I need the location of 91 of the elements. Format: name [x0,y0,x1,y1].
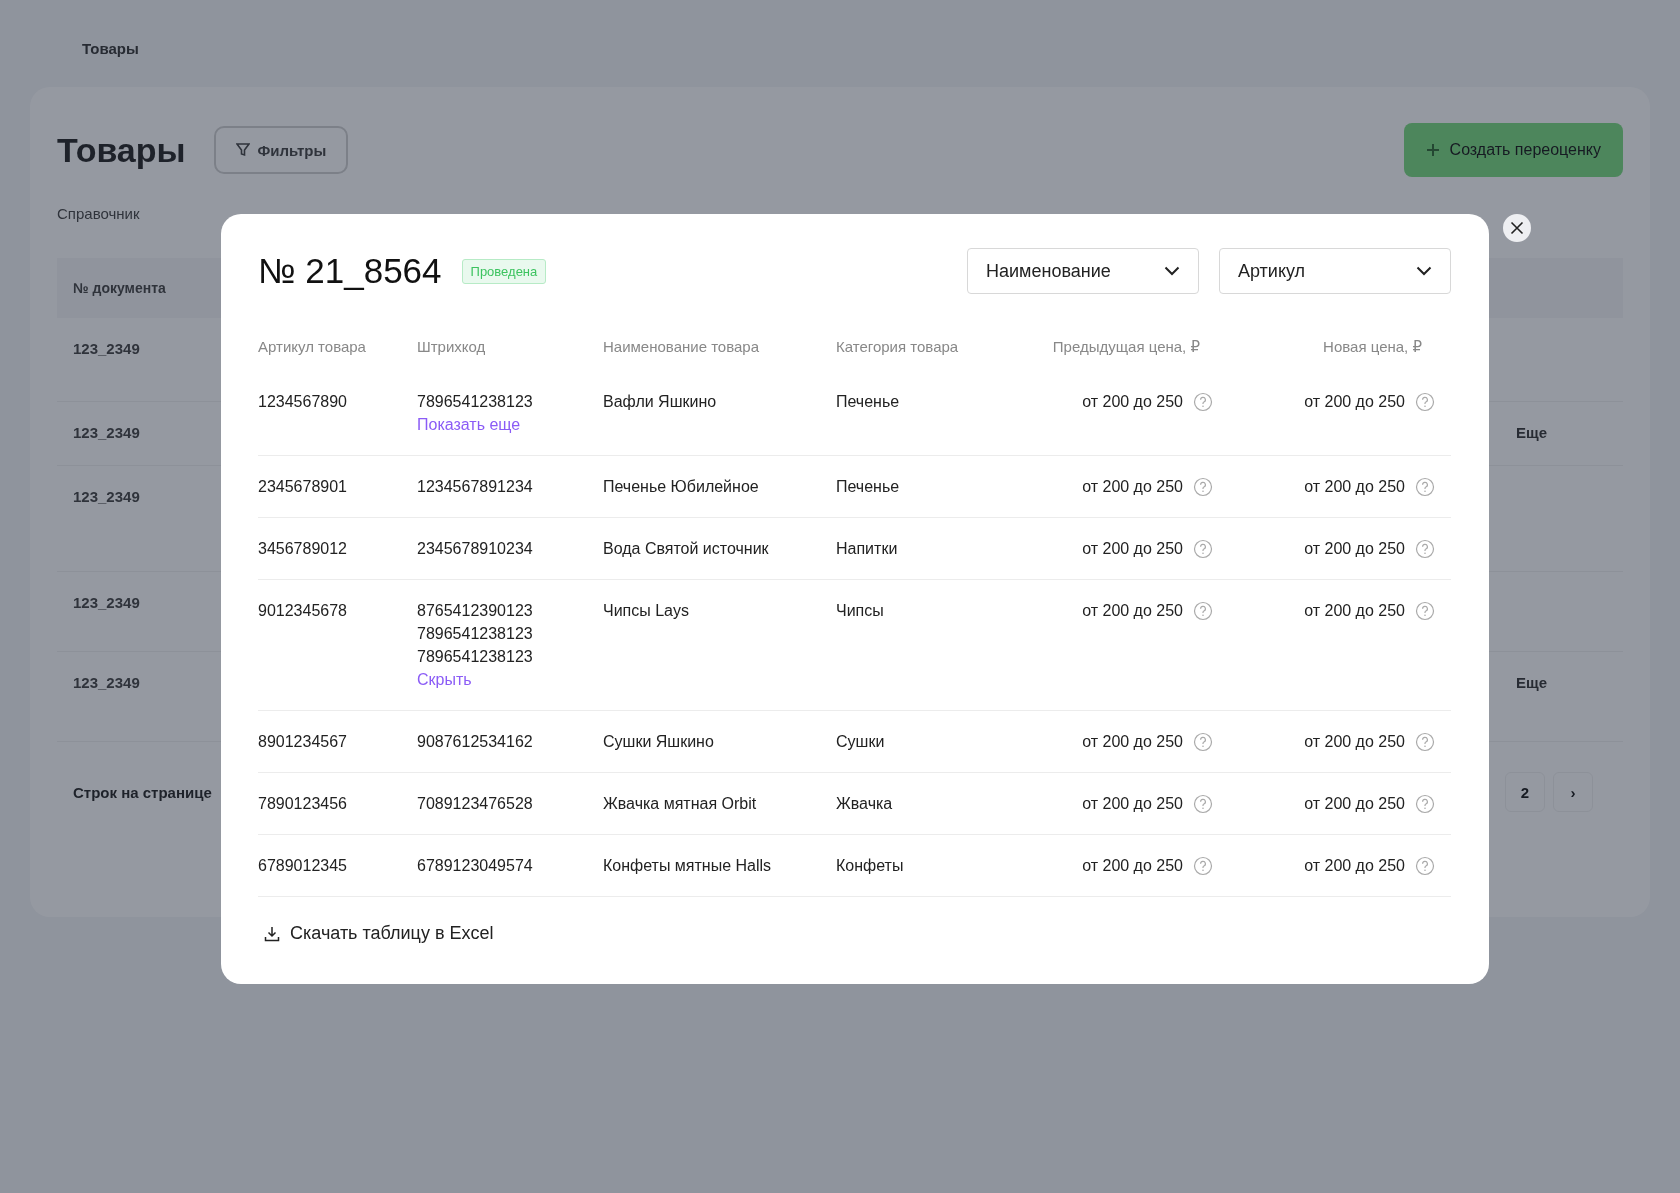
help-icon[interactable] [1415,731,1435,752]
download-icon [264,925,280,942]
table-cell: 123_2349 [73,488,140,505]
barcode-text: 7089123476528 [417,794,533,814]
price-text: от 200 до 250 [1082,856,1183,876]
sort-dropdown[interactable]: Артикул [1219,248,1451,294]
price-text: от 200 до 250 [1082,794,1183,814]
price-text: от 200 до 250 [1304,856,1405,876]
help-icon[interactable] [1415,476,1435,497]
column-header: Категория товара [836,338,960,357]
help-icon[interactable] [1415,793,1435,814]
barcode-text: 7896541238123 [417,624,533,644]
chevron-down-icon [1416,266,1432,276]
table-cell-text: 7890123456 [258,794,347,814]
help-icon[interactable] [1193,538,1213,559]
table-cell-text: 9012345678 [258,601,347,621]
page-title: Товары [57,130,186,170]
more-link[interactable]: Еще [1516,674,1547,691]
toggle-link[interactable]: Показать еще [417,413,521,436]
barcode-text: 6789123049574 [417,856,533,876]
help-icon[interactable] [1415,600,1435,621]
help-icon[interactable] [1193,731,1213,752]
price-text: от 200 до 250 [1304,732,1405,752]
download-button[interactable]: Скачать таблицу в Excel [258,923,494,944]
column-header: Наименование товара [603,338,761,357]
price-text: от 200 до 250 [1304,794,1405,814]
help-icon[interactable] [1193,855,1213,876]
table-cell-text: Чипсы Lays [603,601,689,621]
table-cell-text: Жвачка мятная Orbit [603,794,757,814]
price-text: от 200 до 250 [1304,539,1405,559]
column-header: Штрихкод [417,338,487,357]
price-text: от 200 до 250 [1304,477,1405,497]
help-icon[interactable] [1415,391,1435,412]
table-cell-text: Сушки [836,732,885,752]
barcode-text: 8765412390123 [417,601,533,621]
breadcrumb-item[interactable]: Товары [82,40,139,57]
table-cell-text: Напитки [836,539,898,559]
price-text: от 200 до 250 [1082,392,1183,412]
help-icon[interactable] [1193,391,1213,412]
page-button[interactable]: › [1553,772,1593,812]
price-text: от 200 до 250 [1082,477,1183,497]
rows-per-page-label: Строк на странице [73,783,212,801]
table-cell-text: Вода Святой источник [603,539,769,559]
table-cell: 123_2349 [73,340,140,357]
table-cell-text: Конфеты мятные Halls [603,856,772,876]
toggle-link[interactable]: Скрыть [417,668,472,691]
table-cell-text: 8901234567 [258,732,347,752]
table-cell-text: Печенье Юбилейное [603,477,759,497]
table-cell-text: Конфеты [836,856,904,876]
table-cell: 123_2349 [73,424,140,441]
table-cell-text: Печенье [836,477,900,497]
help-icon[interactable] [1415,538,1435,559]
help-icon[interactable] [1193,600,1213,621]
close-icon [1510,221,1524,235]
column-header: Артикул товара [258,338,367,357]
column-header: Предыдущая цена, ₽ [1051,338,1201,357]
help-icon[interactable] [1193,793,1213,814]
barcode-text: 2345678910234 [417,539,533,559]
price-text: от 200 до 250 [1082,601,1183,621]
table-cell-text: 1234567890 [258,392,347,412]
more-link[interactable]: Еще [1516,424,1547,441]
table-cell-text: Сушки Яшкино [603,732,714,752]
table-cell-text: Жвачка [836,794,893,814]
price-text: от 200 до 250 [1304,601,1405,621]
plus-icon [1425,143,1440,157]
table-cell-text: 3456789012 [258,539,347,559]
status-badge: Проведена [461,258,547,284]
table-cell: 123_2349 [73,674,140,691]
filter-button[interactable]: Фильтры [213,126,349,174]
create-button[interactable]: Создать переоценку [1403,123,1623,177]
tab[interactable]: Справочник [57,205,140,222]
table-cell: 123_2349 [73,594,140,611]
page-button[interactable]: 2 [1505,772,1545,812]
barcode-text: 1234567891234 [417,477,533,497]
help-icon[interactable] [1193,476,1213,497]
table-cell-text: 2345678901 [258,477,347,497]
table-cell-text: 6789012345 [258,856,347,876]
price-text: от 200 до 250 [1082,539,1183,559]
price-text: от 200 до 250 [1304,392,1405,412]
barcode-text: 7896541238123 [417,647,533,667]
barcode-text: 9087612534162 [417,732,533,752]
table-cell-text: Печенье [836,392,900,412]
sort-dropdown[interactable]: Наименование [967,248,1199,294]
table-cell-text: Вафли Яшкино [603,392,717,412]
table-cell-text: Чипсы [836,601,884,621]
chevron-down-icon [1164,266,1180,276]
help-icon[interactable] [1415,855,1435,876]
column-header: Новая цена, ₽ [1322,338,1423,357]
filter-icon [235,143,250,157]
price-text: от 200 до 250 [1082,732,1183,752]
barcode-text: 7896541238123 [417,392,533,412]
